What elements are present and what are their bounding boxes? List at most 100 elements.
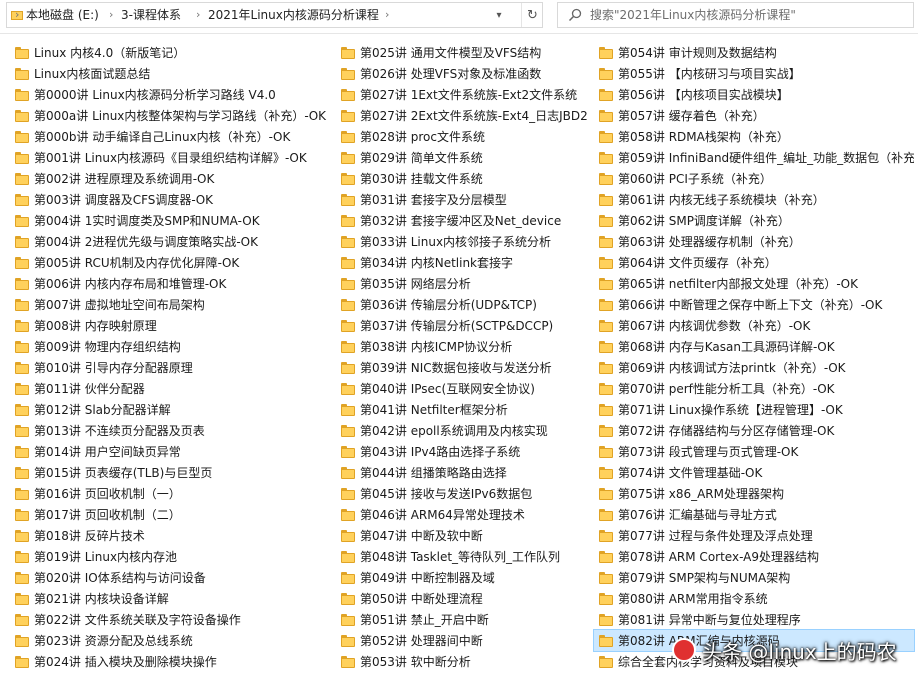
folder-item[interactable]: 第061讲 内核无线子系统模块（补充） (594, 189, 914, 210)
folder-item[interactable]: 第011讲 伙伴分配器 (10, 378, 332, 399)
folder-item[interactable]: 第008讲 内存映射原理 (10, 315, 332, 336)
folder-item[interactable]: 第014讲 用户空间缺页异常 (10, 441, 332, 462)
folder-item[interactable]: 第039讲 NIC数据包接收与发送分析 (336, 357, 590, 378)
folder-item[interactable]: 第057讲 缓存着色（补充） (594, 105, 914, 126)
folder-item[interactable]: 第006讲 内核内存布局和堆管理-OK (10, 273, 332, 294)
folder-item[interactable]: 第045讲 接收与发送IPv6数据包 (336, 483, 590, 504)
folder-item[interactable]: 第030讲 挂载文件系统 (336, 168, 590, 189)
folder-item[interactable]: 第076讲 汇编基础与寻址方式 (594, 504, 914, 525)
chevron-right-icon[interactable]: › (385, 3, 389, 27)
folder-item[interactable]: 第043讲 IPv4路由选择子系统 (336, 441, 590, 462)
folder-item[interactable]: 第031讲 套接字及分层模型 (336, 189, 590, 210)
folder-item[interactable]: 第000a讲 Linux内核整体架构与学习路线（补充）-OK (10, 105, 332, 126)
folder-item[interactable]: 第012讲 Slab分配器详解 (10, 399, 332, 420)
folder-item[interactable]: 第021讲 内核块设备详解 (10, 588, 332, 609)
folder-item[interactable]: 第074讲 文件管理基础-OK (594, 462, 914, 483)
folder-item[interactable]: 第079讲 SMP架构与NUMA架构 (594, 567, 914, 588)
refresh-icon[interactable]: ↻ (521, 3, 543, 27)
folder-item[interactable]: 第077讲 过程与条件处理及浮点处理 (594, 525, 914, 546)
folder-item[interactable]: 第041讲 Netfilter框架分析 (336, 399, 590, 420)
folder-item[interactable]: 第037讲 传输层分析(SCTP&DCCP) (336, 315, 590, 336)
folder-item[interactable]: 第069讲 内核调试方法printk（补充）-OK (594, 357, 914, 378)
folder-item[interactable]: 第042讲 epoll系统调用及内核实现 (336, 420, 590, 441)
folder-item[interactable]: 第038讲 内核ICMP协议分析 (336, 336, 590, 357)
folder-item[interactable]: 第003讲 调度器及CFS调度器-OK (10, 189, 332, 210)
folder-item[interactable]: 第027讲 1Ext文件系统族-Ext2文件系统 (336, 84, 590, 105)
folder-item[interactable]: 第052讲 处理器间中断 (336, 630, 590, 651)
folder-item[interactable]: 第048讲 Tasklet_等待队列_工作队列 (336, 546, 590, 567)
folder-item[interactable]: 第047讲 中断及软中断 (336, 525, 590, 546)
chevron-right-icon[interactable]: › (15, 3, 19, 27)
folder-item[interactable]: 第062讲 SMP调度详解（补充） (594, 210, 914, 231)
folder-item[interactable]: 第080讲 ARM常用指令系统 (594, 588, 914, 609)
folder-item[interactable]: 第032讲 套接字缓冲区及Net_device (336, 210, 590, 231)
folder-item[interactable]: 第063讲 处理器缓存机制（补充） (594, 231, 914, 252)
folder-item[interactable]: 第055讲 【内核研习与项目实战】 (594, 63, 914, 84)
folder-item[interactable]: 第029讲 简单文件系统 (336, 147, 590, 168)
folder-item[interactable]: Linux 内核4.0（新版笔记） (10, 42, 332, 63)
folder-item[interactable]: 第017讲 页回收机制（二） (10, 504, 332, 525)
folder-item[interactable]: 第000b讲 动手编译自己Linux内核（补充）-OK (10, 126, 332, 147)
folder-item[interactable]: 第073讲 段式管理与页式管理-OK (594, 441, 914, 462)
folder-item[interactable]: 第072讲 存储器结构与分区存储管理-OK (594, 420, 914, 441)
folder-item[interactable]: 第066讲 中断管理之保存中断上下文（补充）-OK (594, 294, 914, 315)
folder-item[interactable]: 第059讲 InfiniBand硬件组件_编址_功能_数据包（补充） (594, 147, 914, 168)
folder-item[interactable]: 第002讲 进程原理及系统调用-OK (10, 168, 332, 189)
folder-item[interactable]: 第026讲 处理VFS对象及标准函数 (336, 63, 590, 84)
folder-item[interactable]: 第033讲 Linux内核邻接子系统分析 (336, 231, 590, 252)
folder-item[interactable]: 第050讲 中断处理流程 (336, 588, 590, 609)
folder-item[interactable]: 第005讲 RCU机制及内存优化屏障-OK (10, 252, 332, 273)
folder-item[interactable]: 第078讲 ARM Cortex-A9处理器结构 (594, 546, 914, 567)
folder-item[interactable]: 第054讲 审计规则及数据结构 (594, 42, 914, 63)
folder-item[interactable]: 第018讲 反碎片技术 (10, 525, 332, 546)
folder-item[interactable]: 第060讲 PCI子系统（补充） (594, 168, 914, 189)
chevron-right-icon[interactable]: › (196, 3, 200, 27)
folder-item[interactable]: 第067讲 内核调优参数（补充）-OK (594, 315, 914, 336)
folder-item[interactable]: 第058讲 RDMA栈架构（补充） (594, 126, 914, 147)
folder-item[interactable]: 第001讲 Linux内核源码《目录组织结构详解》-OK (10, 147, 332, 168)
folder-item[interactable]: 第044讲 组播策略路由选择 (336, 462, 590, 483)
chevron-down-icon[interactable]: ▾ (487, 3, 511, 27)
folder-item[interactable]: 第004讲 2进程优先级与调度策略实战-OK (10, 231, 332, 252)
folder-item[interactable]: 第049讲 中断控制器及域 (336, 567, 590, 588)
folder-item[interactable]: 第023讲 资源分配及总线系统 (10, 630, 332, 651)
breadcrumb-current-folder[interactable]: 2021年Linux内核源码分析课程 (208, 3, 379, 27)
chevron-right-icon[interactable]: › (109, 3, 113, 27)
folder-item[interactable]: 第046讲 ARM64异常处理技术 (336, 504, 590, 525)
folder-item[interactable]: 第034讲 内核Netlink套接字 (336, 252, 590, 273)
folder-item[interactable]: 第010讲 引导内存分配器原理 (10, 357, 332, 378)
folder-item[interactable]: 第027讲 2Ext文件系统族-Ext4_日志JBD2 (336, 105, 590, 126)
folder-item[interactable]: 第056讲 【内核项目实战模块】 (594, 84, 914, 105)
folder-item[interactable]: 第007讲 虚拟地址空间布局架构 (10, 294, 332, 315)
breadcrumb-drive[interactable]: 本地磁盘 (E:) (26, 3, 99, 27)
folder-item[interactable]: 第081讲 异常中断与复位处理程序 (594, 609, 914, 630)
search-box[interactable] (557, 2, 914, 28)
folder-item[interactable]: 第013讲 不连续页分配器及页表 (10, 420, 332, 441)
folder-item[interactable]: 第009讲 物理内存组织结构 (10, 336, 332, 357)
folder-item[interactable]: 第020讲 IO体系结构与访问设备 (10, 567, 332, 588)
folder-item[interactable]: 第040讲 IPsec(互联网安全协议) (336, 378, 590, 399)
folder-item[interactable]: 第004讲 1实时调度类及SMP和NUMA-OK (10, 210, 332, 231)
folder-item[interactable]: 第051讲 禁止_开启中断 (336, 609, 590, 630)
address-bar[interactable]: › 本地磁盘 (E:) › 3-课程体系 › 2021年Linux内核源码分析课… (6, 2, 543, 28)
folder-item[interactable]: 第022讲 文件系统关联及字符设备操作 (10, 609, 332, 630)
breadcrumb-course-system[interactable]: 3-课程体系 (121, 3, 181, 27)
folder-item[interactable]: 第025讲 通用文件模型及VFS结构 (336, 42, 590, 63)
folder-item[interactable]: 第019讲 Linux内核内存池 (10, 546, 332, 567)
folder-item[interactable]: 第053讲 软中断分析 (336, 651, 590, 672)
folder-item[interactable]: 第028讲 proc文件系统 (336, 126, 590, 147)
folder-item[interactable]: 第015讲 页表缓存(TLB)与巨型页 (10, 462, 332, 483)
folder-item[interactable]: 第024讲 插入模块及删除模块操作 (10, 651, 332, 672)
folder-item[interactable]: 第064讲 文件页缓存（补充） (594, 252, 914, 273)
folder-item[interactable]: 第071讲 Linux操作系统【进程管理】-OK (594, 399, 914, 420)
folder-item[interactable]: 第036讲 传输层分析(UDP&TCP) (336, 294, 590, 315)
folder-item[interactable]: 第075讲 x86_ARM处理器架构 (594, 483, 914, 504)
folder-item[interactable]: 第065讲 netfilter内部报文处理（补充）-OK (594, 273, 914, 294)
search-input[interactable] (590, 3, 908, 27)
folder-item[interactable]: 第070讲 perf性能分析工具（补充）-OK (594, 378, 914, 399)
folder-item[interactable]: 第016讲 页回收机制（一） (10, 483, 332, 504)
folder-item[interactable]: 第035讲 网络层分析 (336, 273, 590, 294)
folder-item[interactable]: 第068讲 内存与Kasan工具源码详解-OK (594, 336, 914, 357)
folder-item[interactable]: Linux内核面试题总结 (10, 63, 332, 84)
folder-item[interactable]: 第0000讲 Linux内核源码分析学习路线 V4.0 (10, 84, 332, 105)
